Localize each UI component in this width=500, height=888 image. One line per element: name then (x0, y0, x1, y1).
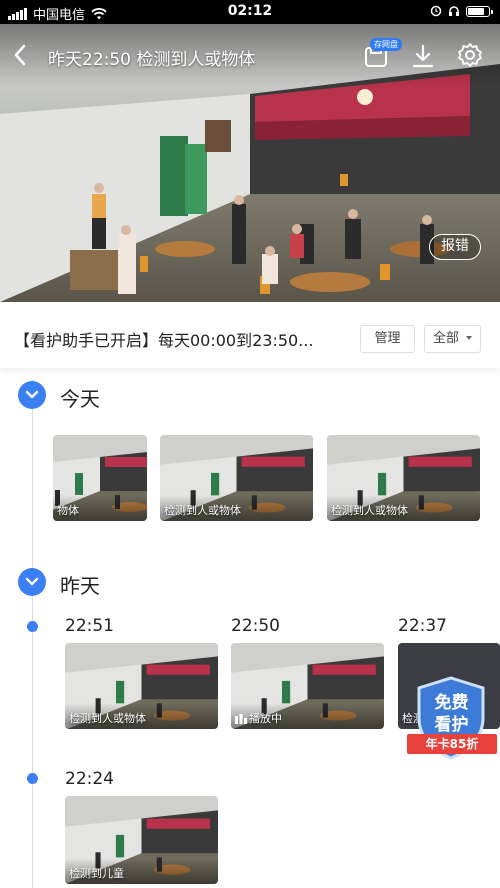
clip-caption: 检测到儿童 (69, 867, 124, 880)
clip-thumbnail[interactable]: 检测到人或物体 (65, 643, 218, 729)
clip-thumbnail-playing[interactable]: 播放中 (231, 643, 384, 729)
clip-thumbnail[interactable]: 检测到儿童 (65, 796, 218, 884)
clip-time: 22:37 (398, 616, 447, 636)
clip-caption: 物体 (57, 504, 79, 517)
promo-line-2: 看护 (434, 715, 469, 735)
clip-thumbnail[interactable]: 物体 (53, 435, 147, 521)
chevron-down-icon (25, 577, 39, 586)
clip-time: 22:50 (231, 616, 280, 636)
clip-caption: 检测到人或物体 (164, 504, 241, 517)
clip-caption: 检测到人或物体 (69, 712, 146, 725)
collapse-yesterday-toggle[interactable] (18, 568, 46, 596)
timeline-dot (27, 773, 38, 784)
clip-caption: 播放中 (249, 712, 282, 725)
filter-selected-value: 全部 (433, 331, 460, 346)
guard-status-text[interactable]: 【看护助手已开启】每天00:00到23:50... (14, 327, 313, 351)
alarm-lock-icon (430, 5, 442, 17)
headphones-icon (449, 6, 459, 16)
report-error-button[interactable]: 报错 (429, 234, 481, 260)
clip-caption: 检测到人或物体 (331, 504, 408, 517)
cloud-badge: 存网盘 (370, 38, 402, 51)
timeline-dot (27, 621, 38, 632)
filter-dropdown[interactable]: 全部 (424, 325, 481, 353)
manage-button[interactable]: 管理 (360, 325, 415, 353)
clip-thumbnail[interactable]: 检测到人或物体 (327, 435, 480, 521)
gear-icon[interactable] (457, 42, 483, 68)
free-guard-promo-badge[interactable]: 免费 看护 年卡85折 (403, 676, 500, 766)
clip-time: 22:51 (65, 616, 114, 636)
clip-time: 22:24 (65, 769, 114, 789)
status-bar: 中国电信 02:12 (0, 0, 500, 24)
clip-thumbnail[interactable]: 检测到人或物体 (160, 435, 313, 521)
clock: 02:12 (227, 3, 273, 19)
chevron-down-icon (25, 390, 39, 399)
battery-icon (466, 5, 493, 17)
guard-assistant-bar: 【看护助手已开启】每天00:00到23:50... 管理 全部 (0, 302, 500, 368)
download-icon[interactable] (410, 42, 436, 70)
timeline-line (32, 380, 33, 888)
video-title: 昨天22:50 检测到人或物体 (48, 50, 256, 70)
playing-bars-icon (235, 714, 247, 724)
day-label-yesterday: 昨天 (60, 574, 100, 598)
video-top-bar: 昨天22:50 检测到人或物体 存网盘 (0, 24, 500, 86)
collapse-today-toggle[interactable] (18, 381, 46, 409)
caret-down-icon (466, 336, 472, 340)
day-label-today: 今天 (60, 387, 100, 411)
promo-ribbon: 年卡85折 (407, 734, 497, 754)
back-arrow-icon[interactable] (8, 40, 34, 70)
